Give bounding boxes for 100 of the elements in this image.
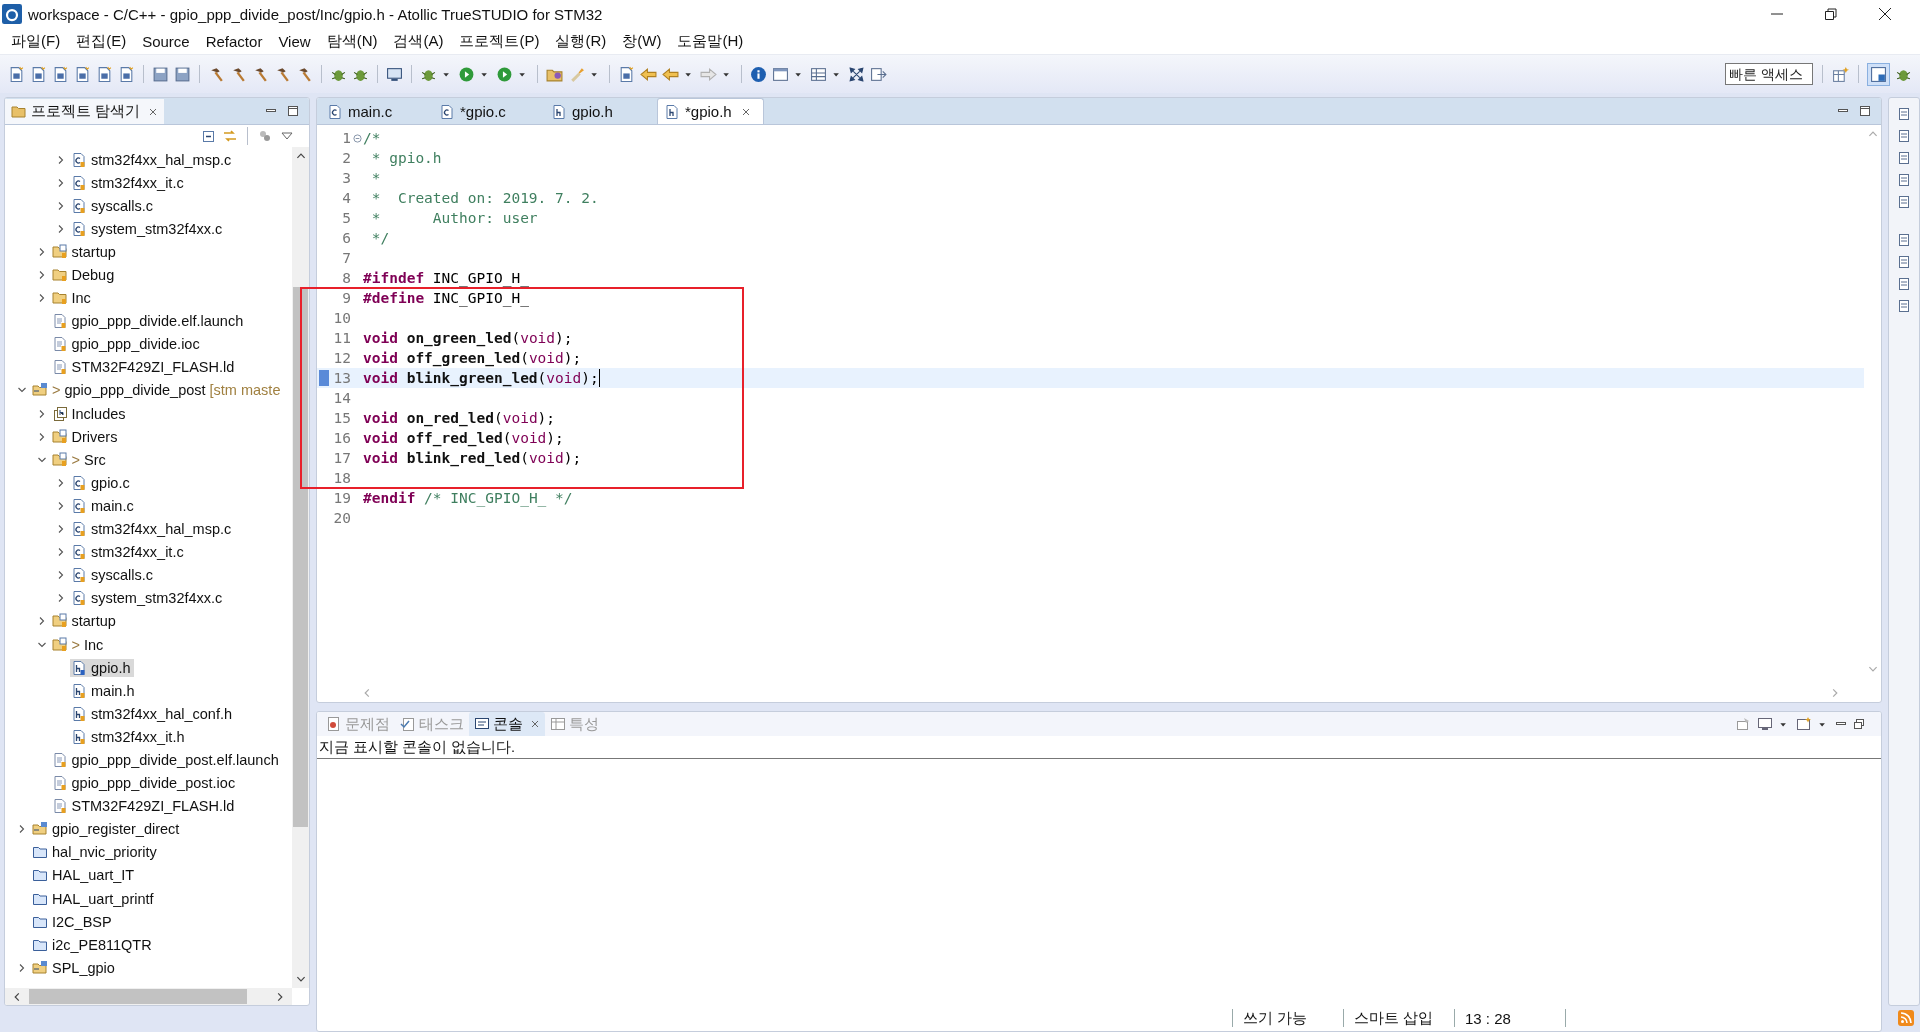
pin-icon[interactable] — [1735, 716, 1751, 732]
editor-tab[interactable]: *gpio.c — [433, 99, 543, 124]
tree-item[interactable]: stm32f4xx_hal_msp.c — [70, 520, 235, 539]
tree-item[interactable]: gpio.c — [70, 473, 133, 492]
tree-item[interactable]: system_stm32f4xx.c — [70, 589, 226, 608]
tree-item[interactable]: main.h — [70, 681, 138, 700]
tree-item[interactable]: HAL_uart_IT — [31, 866, 138, 885]
window-icon[interactable] — [772, 65, 789, 83]
vertical-scrollbar[interactable] — [292, 147, 309, 988]
tree-item[interactable]: Drivers — [50, 427, 121, 446]
tree-item[interactable]: startup — [50, 612, 119, 631]
tree-item[interactable]: I2C_BSP — [31, 912, 115, 931]
tree-item[interactable]: SPL_gpio — [31, 958, 118, 977]
tree-item[interactable]: syscalls.c — [70, 196, 157, 215]
new-file-icon[interactable] — [30, 65, 47, 83]
tree-item[interactable]: HAL_uart_printf — [31, 889, 157, 908]
tree-item[interactable]: stm32f4xx_hal_msp.c — [70, 150, 235, 169]
menu-item[interactable]: Source — [135, 32, 197, 50]
console-tab[interactable]: 콘솔 — [469, 712, 545, 736]
tree-item[interactable]: gpio.h — [70, 658, 134, 677]
grid-icon[interactable] — [810, 65, 827, 83]
editor-tab[interactable]: gpio.h — [545, 99, 655, 124]
arrow-left-icon[interactable] — [662, 65, 679, 83]
tree-item[interactable]: gpio_ppp_divide_post.ioc — [50, 774, 239, 793]
fold-icon[interactable] — [352, 133, 362, 143]
arrow-left-icon[interactable] — [640, 65, 657, 83]
menu-item[interactable]: 검색(A) — [386, 31, 451, 51]
tree-item[interactable]: > Inc — [50, 635, 107, 654]
view-icon[interactable] — [1896, 254, 1912, 270]
tree-item[interactable]: i2c_PE811QTR — [31, 935, 155, 954]
play-icon[interactable] — [458, 65, 475, 83]
close-icon[interactable] — [1878, 7, 1892, 21]
monitor-icon[interactable] — [386, 65, 403, 83]
tree-item[interactable]: STM32F429ZI_FLASH.ld — [50, 797, 238, 816]
scroll-thumb[interactable] — [29, 989, 247, 1004]
tree-item[interactable]: stm32f4xx_hal_conf.h — [70, 704, 236, 723]
tree-item[interactable]: gpio_ppp_divide.elf.launch — [50, 312, 247, 331]
monitor-icon[interactable] — [1757, 716, 1773, 732]
menu-item[interactable]: 편집(E) — [69, 31, 134, 51]
new-file-icon[interactable] — [96, 65, 113, 83]
quick-access-field[interactable]: 빠른 액세스 — [1725, 63, 1813, 85]
tree-item[interactable]: gpio_register_direct — [31, 820, 183, 839]
tree-item[interactable]: STM32F429ZI_FLASH.ld — [50, 358, 238, 377]
editor-tab[interactable]: main.c — [321, 99, 431, 124]
exit-icon[interactable] — [870, 65, 887, 83]
restore-icon[interactable] — [1853, 718, 1865, 730]
save-icon[interactable] — [152, 65, 169, 83]
view-icon[interactable] — [1896, 128, 1912, 144]
menu-item[interactable]: 도움말(H) — [670, 31, 751, 51]
editor-tab[interactable]: *gpio.h — [657, 98, 764, 124]
view-icon[interactable] — [1896, 276, 1912, 292]
expand-icon[interactable] — [848, 65, 865, 83]
menu-item[interactable]: 파일(F) — [4, 31, 68, 51]
new-file-icon[interactable] — [118, 65, 135, 83]
tree-item[interactable]: > gpio_ppp_divide_post [stm maste — [31, 381, 284, 400]
tree-item[interactable]: startup — [50, 242, 119, 261]
tree-item[interactable]: system_stm32f4xx.c — [70, 219, 226, 238]
menu-item[interactable]: 실행(R) — [548, 31, 614, 51]
save-icon[interactable] — [174, 65, 191, 83]
collapse-all-icon[interactable] — [200, 128, 216, 144]
tree-item[interactable]: Includes — [50, 404, 129, 423]
tree-item[interactable]: gpio_ppp_divide_post.elf.launch — [50, 751, 282, 769]
view-icon[interactable] — [1896, 106, 1912, 122]
open-perspective-icon[interactable] — [1832, 65, 1849, 83]
new-file-icon[interactable] — [8, 65, 25, 83]
play-icon[interactable] — [496, 65, 513, 83]
tree-item[interactable]: stm32f4xx_it.h — [70, 727, 188, 746]
scroll-thumb[interactable] — [293, 287, 308, 827]
tree-item[interactable]: syscalls.c — [70, 566, 157, 585]
tree-item[interactable]: > Src — [50, 450, 109, 469]
tree-item[interactable]: stm32f4xx_it.c — [70, 173, 187, 192]
tree-item[interactable]: Debug — [50, 266, 118, 284]
maximize-icon[interactable] — [1859, 105, 1871, 117]
restore-icon[interactable] — [1824, 7, 1838, 21]
tree-item[interactable]: hal_nvic_priority — [31, 843, 160, 862]
info-icon[interactable] — [750, 65, 767, 83]
view-icon[interactable] — [1896, 172, 1912, 188]
new-file-icon[interactable] — [618, 65, 635, 83]
view-icon[interactable] — [1896, 298, 1912, 314]
new-console-icon[interactable] — [1796, 716, 1812, 732]
tree-item[interactable]: gpio_ppp_divide.ioc — [50, 335, 203, 354]
view-icon[interactable] — [1896, 232, 1912, 248]
view-tab[interactable]: 프로젝트 탐색기 — [5, 99, 165, 124]
filter-icon[interactable] — [257, 128, 273, 144]
tree-item[interactable]: Inc — [50, 289, 94, 308]
view-icon[interactable] — [1896, 150, 1912, 166]
tree-item[interactable]: main.c — [70, 496, 137, 515]
c-perspective-icon[interactable] — [1868, 63, 1889, 85]
menu-item[interactable]: Refactor — [198, 32, 270, 50]
menu-item[interactable]: 창(W) — [615, 31, 669, 51]
new-file-icon[interactable] — [74, 65, 91, 83]
new-file-icon[interactable] — [52, 65, 69, 83]
horizontal-scrollbar[interactable] — [5, 988, 292, 1005]
menu-item[interactable]: View — [271, 32, 318, 50]
view-icon[interactable] — [1896, 194, 1912, 210]
menu-item[interactable]: 프로젝트(P) — [452, 31, 547, 51]
menu-item[interactable]: 탐색(N) — [319, 31, 385, 51]
tree-item-label: gpio.h — [91, 659, 131, 676]
tree-item[interactable]: stm32f4xx_it.c — [70, 543, 187, 562]
maximize-icon[interactable] — [287, 105, 299, 117]
